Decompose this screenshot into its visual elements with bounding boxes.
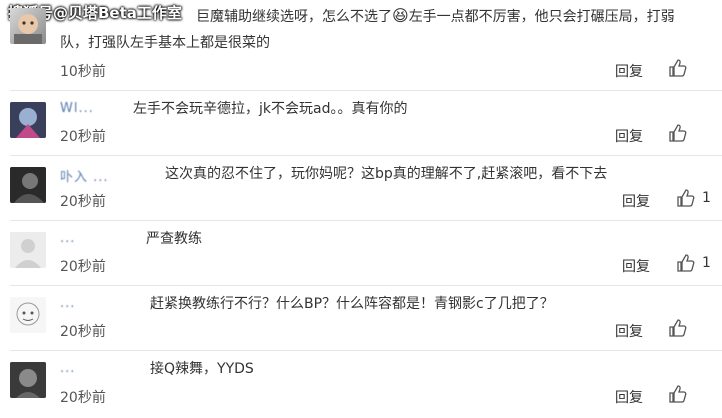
thumbs-up-icon <box>669 385 687 403</box>
thumbs-up-icon <box>677 189 695 207</box>
like-button[interactable] <box>668 123 694 143</box>
comment-author[interactable]: ... <box>60 296 75 311</box>
comment-text: 接Q辣舞，YYDS <box>150 361 254 377</box>
avatar[interactable] <box>10 362 46 398</box>
like-count: 1 <box>702 255 711 271</box>
comment-item: ... 接Q辣舞，YYDS 20秒前 回复 <box>0 350 722 418</box>
comment-time: 20秒前 <box>60 129 106 145</box>
like-button[interactable]: 1 <box>676 188 711 208</box>
thumbs-up-icon <box>669 124 687 142</box>
thumbs-up-icon <box>669 319 687 337</box>
comment-item: Wl... 左手不会玩辛德拉，jk不会玩ad。。真有你的 20秒前 回复 <box>0 90 722 155</box>
laughing-emoji-icon: 😆 <box>392 6 409 25</box>
like-button[interactable] <box>668 58 694 78</box>
comment-text: 左手不会玩辛德拉，jk不会玩ad。。真有你的 <box>133 101 408 117</box>
reply-button[interactable]: 回复 <box>615 61 643 81</box>
avatar[interactable] <box>10 232 46 268</box>
comment-text-line2: 队，打强队左手基本上都是很菜的 <box>60 35 270 51</box>
like-button[interactable] <box>668 318 694 338</box>
like-button[interactable] <box>668 384 694 404</box>
thumbs-up-icon <box>677 254 695 272</box>
avatar[interactable] <box>10 297 46 333</box>
comment-author[interactable]: ... <box>60 361 75 376</box>
comment-time: 20秒前 <box>60 194 106 210</box>
reply-button[interactable]: 回复 <box>615 126 643 146</box>
comment-time: 20秒前 <box>60 324 106 340</box>
reply-button[interactable]: 回复 <box>615 321 643 341</box>
comment-time: 20秒前 <box>60 390 106 406</box>
like-button[interactable]: 1 <box>676 253 711 273</box>
comment-author[interactable]: ... <box>60 231 75 246</box>
comment-author[interactable]: 卟入 ... <box>60 166 109 185</box>
comment-item: 巨魔辅助继续选呀，怎么不选了😆左手一点都不厉害，他只会打碾压局，打弱 队，打强队… <box>0 0 722 90</box>
avatar[interactable] <box>10 8 46 44</box>
comment-author[interactable]: Wl... <box>60 101 94 116</box>
reply-button[interactable]: 回复 <box>622 256 650 276</box>
comment-time: 20秒前 <box>60 259 106 275</box>
comment-text: 严查教练 <box>146 231 202 247</box>
comment-time: 10秒前 <box>60 64 106 80</box>
reply-button[interactable]: 回复 <box>622 191 650 211</box>
comment-item: 卟入 ... 这次真的忍不住了，玩你妈呢？这bp真的理解不了,赶紧滚吧，看不下去… <box>0 155 722 220</box>
like-count: 1 <box>702 190 711 206</box>
comment-text: 这次真的忍不住了，玩你妈呢？这bp真的理解不了,赶紧滚吧，看不下去 <box>165 166 608 182</box>
thumbs-up-icon <box>669 59 687 77</box>
avatar[interactable] <box>10 167 46 203</box>
comment-text: 赶紧换教练行不行？什么BP？什么阵容都是！青钢影c了几把了？ <box>150 296 554 312</box>
avatar[interactable] <box>10 102 46 138</box>
comment-text-line1: 巨魔辅助继续选呀，怎么不选了😆左手一点都不厉害，他只会打碾压局，打弱 <box>196 6 675 25</box>
reply-button[interactable]: 回复 <box>615 387 643 407</box>
comment-item: ... 赶紧换教练行不行？什么BP？什么阵容都是！青钢影c了几把了？ 20秒前 … <box>0 285 722 350</box>
comment-item: ... 严查教练 20秒前 回复 1 <box>0 220 722 285</box>
